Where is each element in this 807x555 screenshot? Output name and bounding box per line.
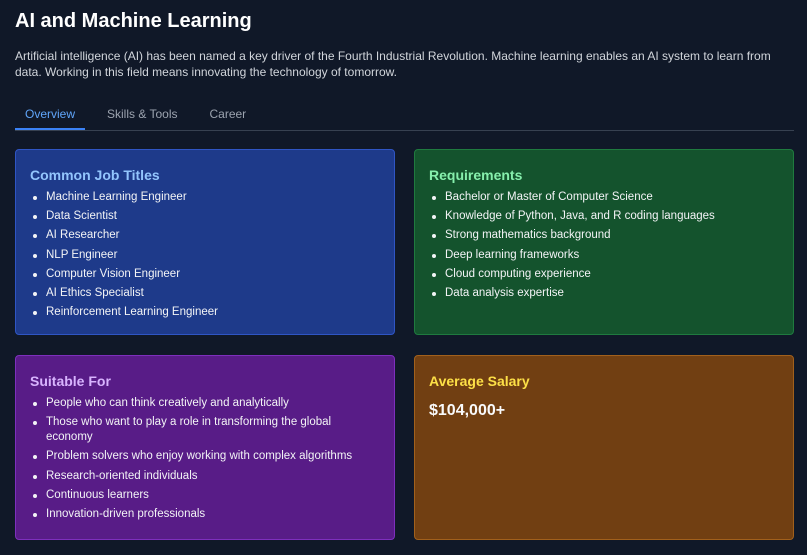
tab-overview[interactable]: Overview [15, 98, 86, 130]
tab-career[interactable]: Career [210, 98, 247, 130]
tab-skills-tools[interactable]: Skills & Tools [107, 98, 177, 130]
suitable-for-card: Suitable For People who can think creati… [15, 355, 395, 540]
list-item: Those who want to play a role in transfo… [33, 415, 380, 445]
page-title: AI and Machine Learning [15, 10, 252, 32]
list-item: Problem solvers who enjoy working with c… [33, 449, 380, 464]
suitable-for-list: People who can think creatively and anal… [30, 396, 380, 522]
requirements-list: Bachelor or Master of Computer Science K… [429, 190, 779, 301]
page-description: Artificial intelligence (AI) has been na… [15, 49, 771, 79]
suitable-for-heading: Suitable For [30, 373, 111, 389]
list-item: Data Scientist [33, 209, 380, 224]
job-titles-card: Common Job Titles Machine Learning Engin… [15, 149, 395, 335]
requirements-card: Requirements Bachelor or Master of Compu… [414, 149, 794, 335]
list-item: Deep learning frameworks [432, 248, 779, 263]
list-item: Strong mathematics background [432, 228, 779, 243]
list-item: NLP Engineer [33, 248, 380, 263]
salary-value: $104,000+ [429, 402, 506, 419]
list-item: AI Ethics Specialist [33, 286, 380, 301]
list-item: Machine Learning Engineer [33, 190, 380, 205]
tab-bar: Overview Skills & Tools Career [15, 98, 794, 131]
list-item: Data analysis expertise [432, 286, 779, 301]
list-item: Research-oriented individuals [33, 469, 380, 484]
page: AI and Machine Learning Artificial intel… [0, 0, 807, 555]
list-item: AI Researcher [33, 228, 380, 243]
job-titles-list: Machine Learning Engineer Data Scientist… [30, 190, 380, 320]
requirements-heading: Requirements [429, 167, 523, 183]
job-titles-heading: Common Job Titles [30, 167, 160, 183]
list-item: Cloud computing experience [432, 267, 779, 282]
list-item: Knowledge of Python, Java, and R coding … [432, 209, 779, 224]
average-salary-heading: Average Salary [429, 373, 530, 389]
list-item: Innovation-driven professionals [33, 507, 380, 522]
average-salary-card: Average Salary $104,000+ [414, 355, 794, 540]
list-item: Reinforcement Learning Engineer [33, 305, 380, 320]
list-item: Bachelor or Master of Computer Science [432, 190, 779, 205]
list-item: Computer Vision Engineer [33, 267, 380, 282]
list-item: Continuous learners [33, 488, 380, 503]
list-item: People who can think creatively and anal… [33, 396, 380, 411]
